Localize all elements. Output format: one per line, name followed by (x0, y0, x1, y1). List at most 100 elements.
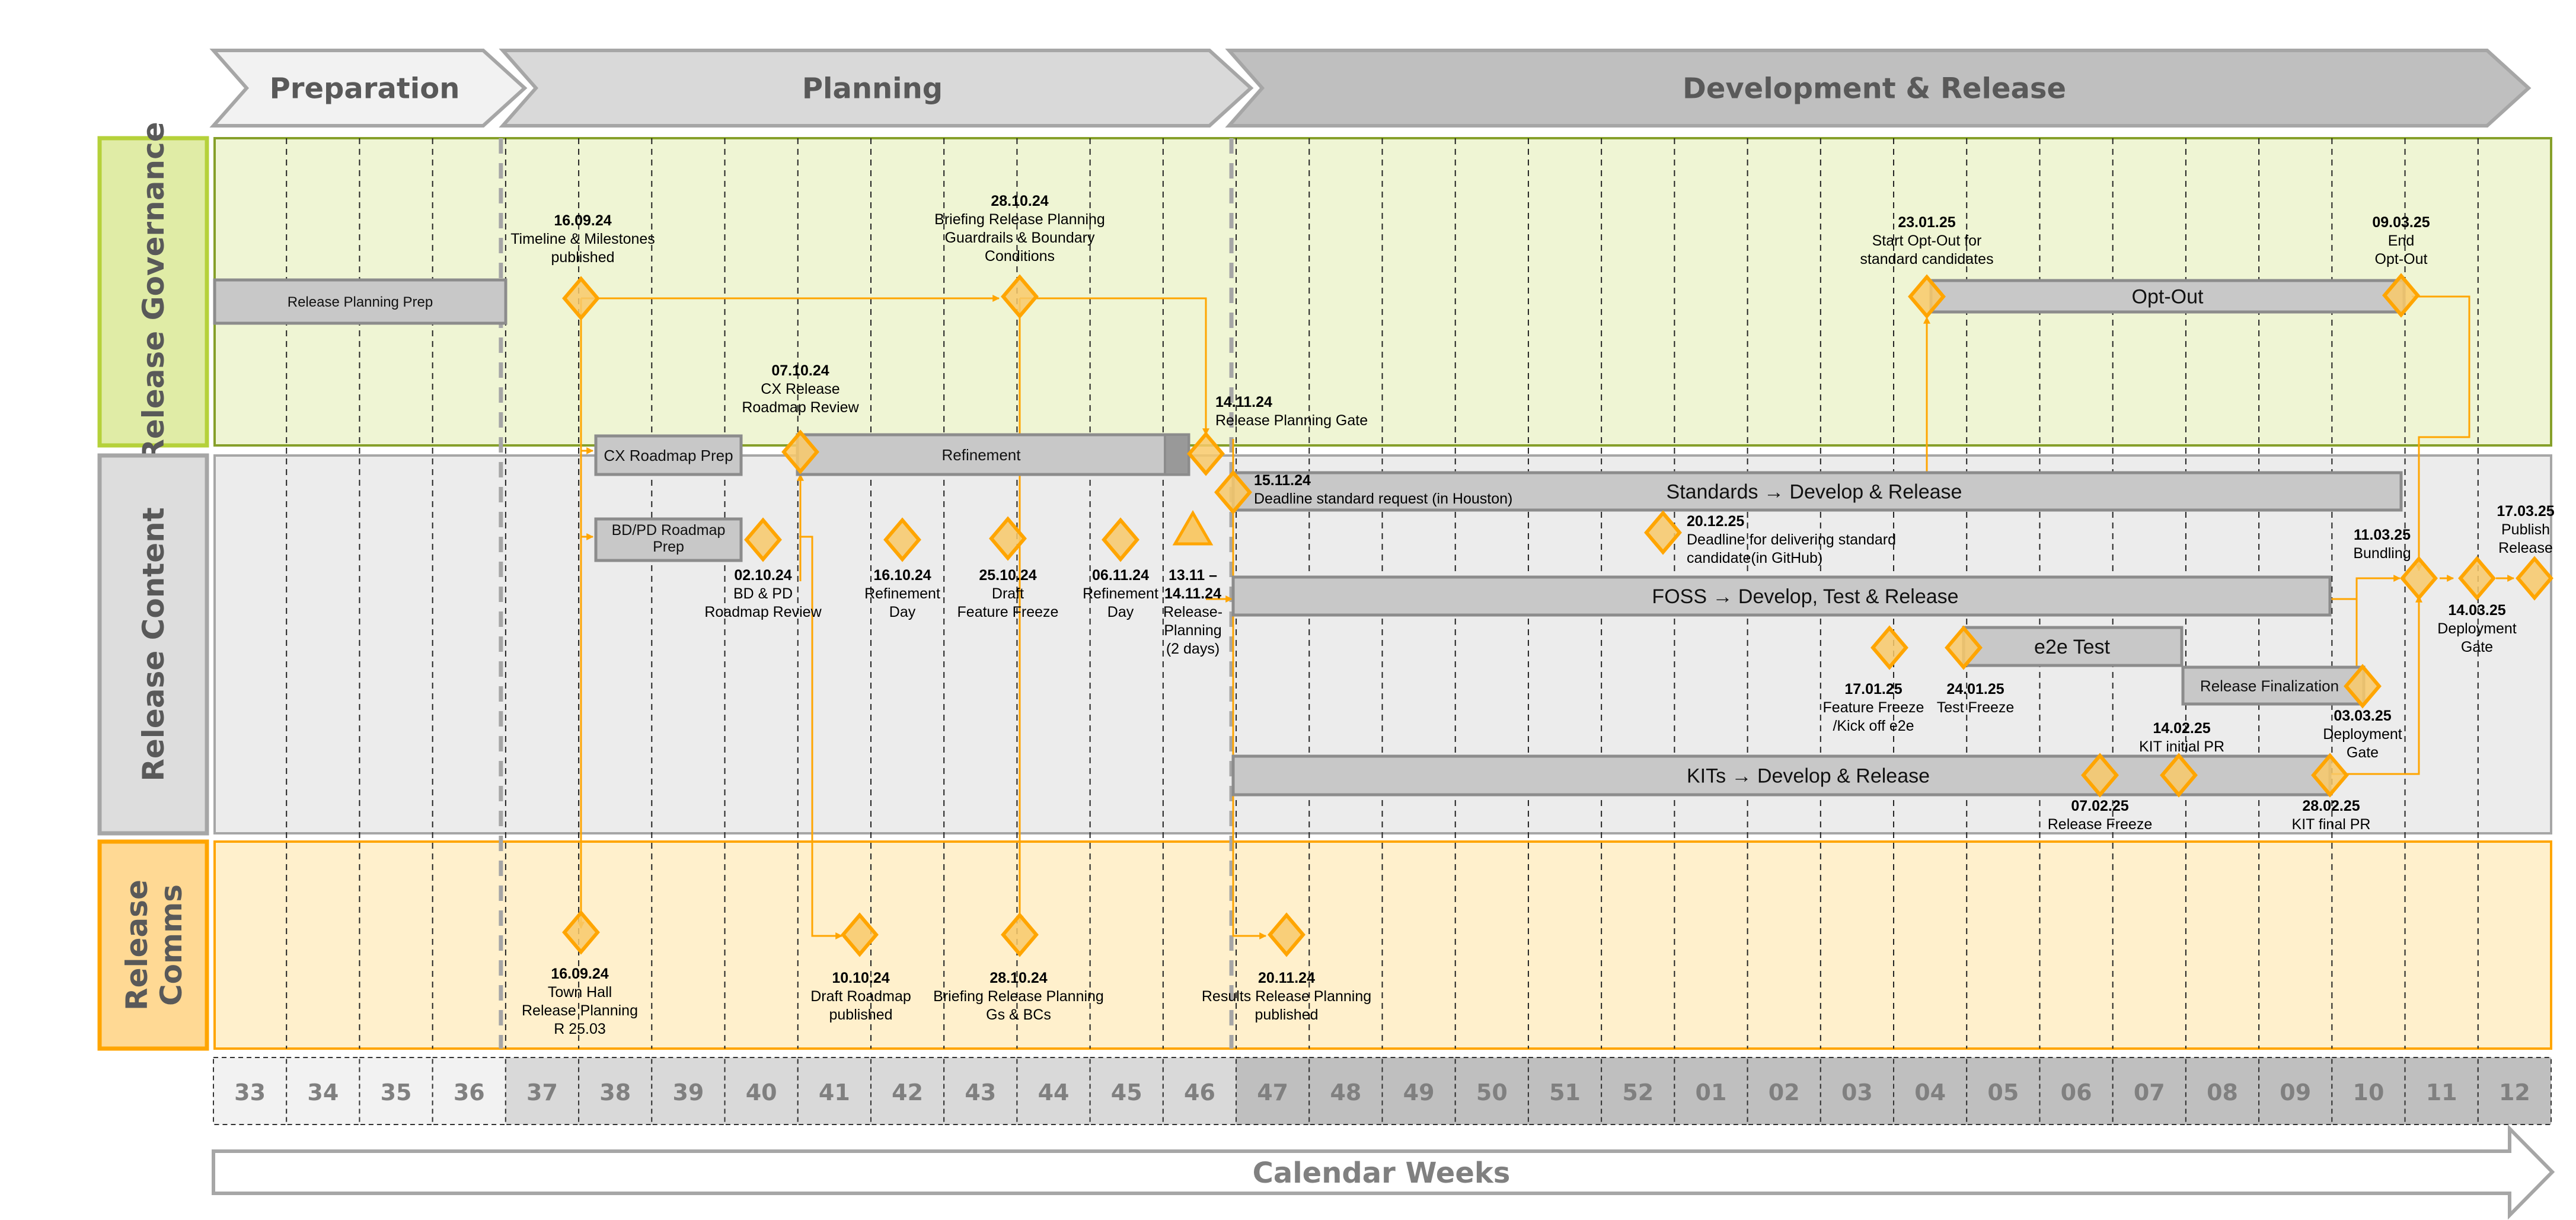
bar-label: Release Planning Prep (288, 294, 433, 310)
week-number: 38 (599, 1079, 631, 1106)
milestone-label: Release Planning (522, 1002, 638, 1019)
milestone-label: Gate (2461, 639, 2493, 655)
milestone-date: 10.10.24 (832, 970, 889, 986)
milestone-label: Deployment (2323, 726, 2402, 743)
week-number: 49 (1403, 1079, 1435, 1106)
milestone-label: Gate (2347, 744, 2379, 761)
bar-foss[interactable]: FOSS → Develop, Test & Release (1231, 575, 2332, 617)
milestone-label: published (829, 1006, 892, 1023)
milestone-label: Opt-Out (2375, 251, 2428, 267)
week-cell: 02 (1747, 1057, 1821, 1125)
bar-cx-roadmap-prep[interactable]: CX Roadmap Prep (594, 434, 743, 476)
week-number: 11 (2426, 1079, 2457, 1106)
milestone-label: Planning (1164, 622, 1221, 639)
week-cell: 44 (1016, 1057, 1091, 1125)
milestone-date: 14.02.25 (2153, 720, 2210, 737)
week-number: 42 (892, 1079, 923, 1106)
bar-label: BD/PD Roadmap (612, 522, 726, 539)
week-cell: 42 (870, 1057, 945, 1125)
milestone-label: published (551, 249, 614, 266)
phase-label: Planning (802, 72, 943, 106)
bar-label: Refinement (942, 446, 1022, 464)
bar-release-planning-prep[interactable]: Release Planning Prep (213, 278, 507, 325)
bar-release-finalization[interactable]: Release Finalization (2181, 665, 2366, 706)
week-number: 41 (819, 1079, 850, 1106)
week-number: 46 (1184, 1079, 1215, 1106)
bar-label: e2e Test (2034, 636, 2110, 658)
week-number: 52 (1622, 1079, 1654, 1106)
milestone-label: Test Freeze (1937, 699, 2015, 716)
phase-development-release: Development & Release (1225, 49, 2532, 128)
week-cell: 48 (1308, 1057, 1383, 1125)
milestone-label: Release- (1163, 604, 1222, 620)
bar-refinement[interactable]: Refinement (796, 433, 1190, 476)
milestone-date: 09.03.25 (2372, 214, 2430, 231)
milestone-label: candidate(in GitHub) (1687, 550, 1822, 566)
milestone-label: Guardrails & Boundary (945, 230, 1095, 246)
milestone-label: (2 days) (1166, 641, 1220, 657)
lane-comms: Release Comms (97, 839, 2552, 1051)
milestone-label: Draft Roadmap (810, 988, 911, 1005)
week-number: 03 (1841, 1079, 1873, 1106)
week-number: 33 (234, 1079, 266, 1106)
week-cell: 38 (578, 1057, 653, 1125)
lane-title: Release Governance (136, 122, 171, 461)
week-number: 39 (672, 1079, 704, 1106)
week-cell: 46 (1162, 1057, 1237, 1125)
milestone-label: Town Hall (548, 984, 612, 1001)
milestone-label: KIT final PR (2292, 816, 2371, 833)
week-number: 10 (2353, 1079, 2385, 1106)
lane-title: Comms (154, 884, 189, 1006)
bar-e2e-test[interactable]: e2e Test (1962, 626, 2184, 667)
week-number: 35 (381, 1079, 412, 1106)
week-cell: 52 (1601, 1057, 1675, 1125)
week-cell: 45 (1089, 1057, 1164, 1125)
bar-opt-out[interactable]: Opt-Out (1929, 279, 2406, 314)
milestone-label: Briefing Release Planning (933, 988, 1104, 1005)
milestone-date: 14.03.25 (2448, 602, 2505, 619)
milestone-date: 28.02.25 (2302, 798, 2360, 814)
bar-label: Prep (653, 539, 684, 555)
milestone-date: 17.03.25 (2497, 503, 2554, 520)
calendar-weeks-label: Calendar Weeks (1253, 1157, 1511, 1190)
bar-label: CX Roadmap Prep (604, 447, 733, 464)
release-roadmap-diagram: Preparation Planning Development & Release… (97, 49, 2555, 1220)
milestone-label: Gs & BCs (986, 1006, 1051, 1023)
week-cell: 01 (1674, 1057, 1748, 1125)
milestone-label: CX Release (761, 381, 839, 397)
milestone-label: Bundling (2353, 545, 2411, 562)
milestone-label: Day (889, 604, 916, 620)
week-number: 12 (2499, 1079, 2530, 1106)
milestone-label: Draft (992, 585, 1024, 602)
milestone-label: Refinement (864, 585, 940, 602)
week-number: 08 (2207, 1079, 2238, 1106)
phase-label: Development & Release (1683, 72, 2066, 106)
milestone-label: R 25.03 (554, 1021, 606, 1037)
milestone-label: Roadmap Review (742, 399, 859, 416)
milestone-label: Conditions (985, 248, 1055, 265)
milestone-date: 16.09.24 (551, 966, 608, 982)
bar-bdpd-roadmap-prep[interactable]: BD/PD RoadmapPrep (594, 517, 743, 562)
week-cell: 11 (2404, 1057, 2479, 1125)
week-cell: 40 (724, 1057, 799, 1125)
week-number: 44 (1038, 1079, 1070, 1106)
milestone-date: 16.09.24 (554, 212, 611, 229)
milestone-label: Publish (2501, 521, 2550, 538)
week-cell: 07 (2112, 1057, 2186, 1125)
week-number: 50 (1476, 1079, 1508, 1106)
milestone-label: standard candidates (1860, 251, 1993, 267)
milestone-date: 14.11.24 (1164, 585, 1221, 602)
milestone-label: Deadline standard request (in Houston) (1254, 490, 1512, 507)
week-cell: 41 (797, 1057, 872, 1125)
phase-planning: Planning (499, 49, 1254, 128)
bar-label: FOSS → Develop, Test & Release (1652, 585, 1958, 608)
bar-label: Release Finalization (2200, 677, 2339, 695)
bar-label: Opt-Out (2132, 286, 2204, 308)
week-cell: 12 (2477, 1057, 2552, 1125)
bar-label: KITs → Develop & Release (1687, 765, 1930, 788)
milestone-label: Release Freeze (2048, 816, 2152, 833)
milestone-date: 23.01.25 (1898, 214, 1955, 231)
week-cell: 39 (651, 1057, 726, 1125)
week-number: 05 (1987, 1079, 2019, 1106)
milestone-date: 06.11.24 (1092, 567, 1149, 584)
